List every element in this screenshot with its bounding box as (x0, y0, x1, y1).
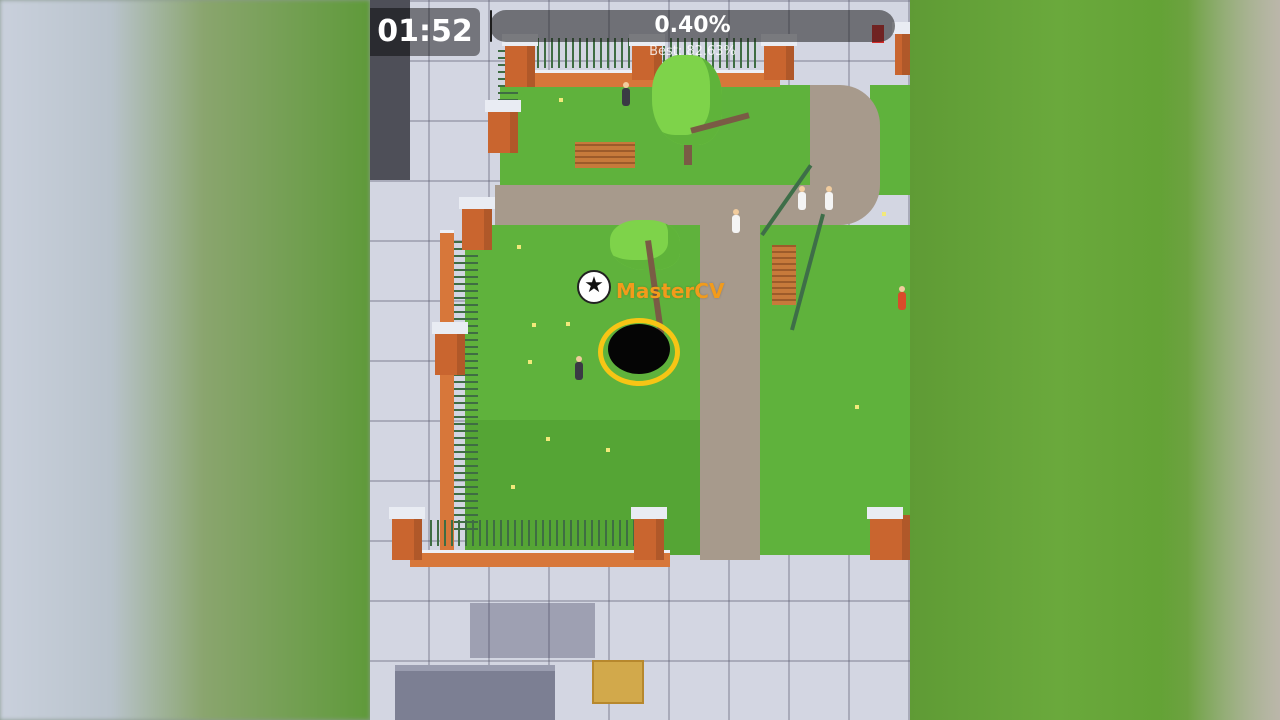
pedestrian (732, 209, 740, 233)
bottom-brick-wall (410, 550, 670, 567)
pedestrian (898, 286, 906, 310)
flower (559, 98, 563, 102)
flower (606, 448, 610, 452)
flower (855, 405, 859, 409)
walkway-curve (810, 85, 880, 225)
left-brick-wall (440, 230, 454, 553)
flower (511, 485, 515, 489)
player-name: MasterCV (616, 279, 725, 303)
brick-pillar (459, 197, 495, 250)
walkway-vertical (700, 220, 760, 560)
flower (532, 323, 536, 327)
object-shadow (470, 603, 595, 658)
progress-percentage: 0.40% (654, 13, 731, 38)
flower (517, 245, 521, 249)
flower (882, 212, 886, 216)
timer: 01:52 (370, 8, 480, 56)
brick-pillar (389, 507, 425, 560)
pedestrian (825, 186, 833, 210)
flower (566, 322, 570, 326)
pedestrian (798, 186, 806, 210)
blurred-background-left (0, 0, 370, 720)
soccer-ball-icon: ★ (577, 270, 611, 304)
progress-bar: 0.40% (490, 10, 895, 42)
flower (546, 437, 550, 441)
pedestrian (622, 82, 630, 106)
player-hole[interactable] (608, 324, 670, 374)
best-score: Best: 82.63% (649, 44, 736, 59)
blurred-background-right (910, 0, 1280, 720)
park-bench (772, 245, 796, 305)
brick-pillar (867, 507, 910, 560)
tree-canopy (652, 55, 722, 145)
brick-pillar (485, 100, 521, 153)
left-fence (454, 240, 478, 530)
park-bench (575, 142, 635, 168)
game-viewport[interactable]: ★ MasterCV 01:52 0.40% Best: 82.63% (370, 0, 910, 720)
parked-vehicle (395, 665, 555, 720)
brick-pillar (432, 322, 468, 375)
brick-pillar (631, 507, 667, 560)
pedestrian (575, 356, 583, 380)
bottom-fence (430, 520, 660, 546)
crate (592, 660, 644, 704)
flower (528, 360, 532, 364)
brick-pillar (892, 22, 910, 75)
